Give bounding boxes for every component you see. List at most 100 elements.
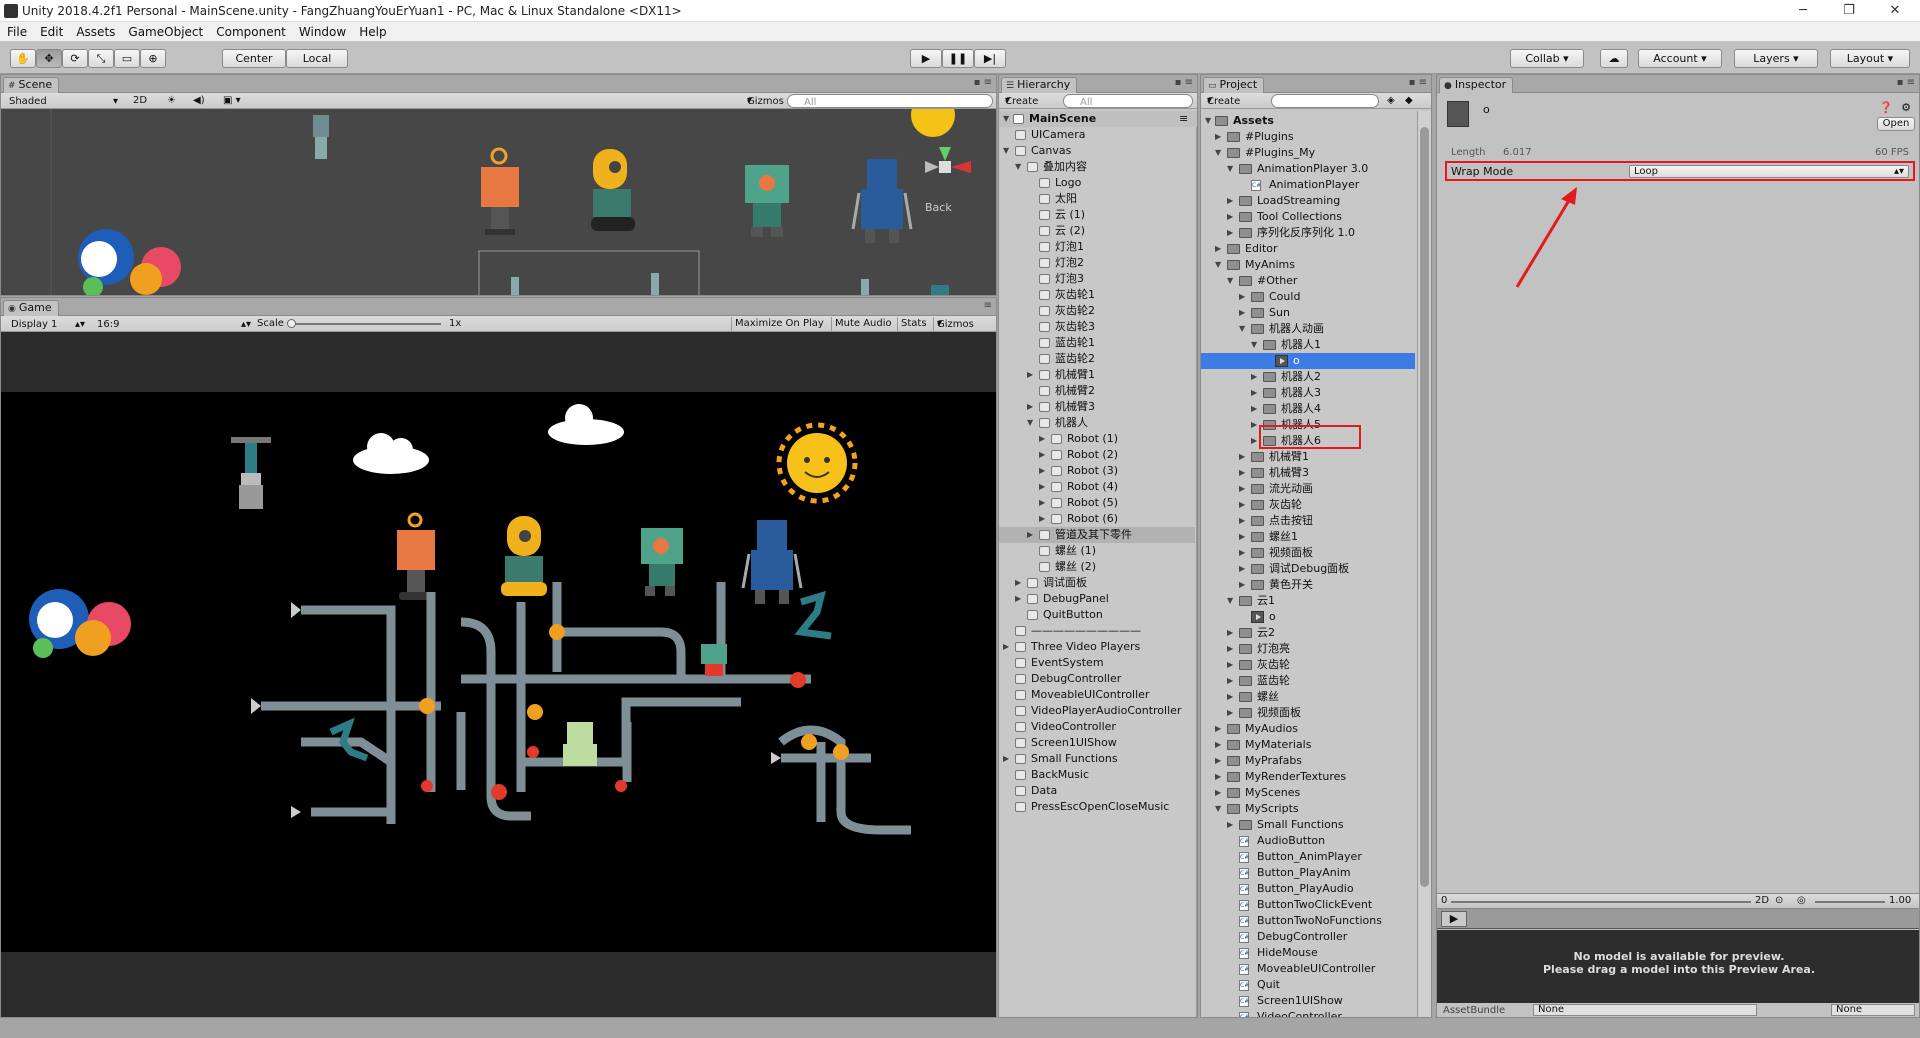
expand-down-icon[interactable]: ▼ <box>1215 145 1221 161</box>
expand-right-icon[interactable]: ▶ <box>1227 225 1233 241</box>
expand-down-icon[interactable]: ▼ <box>1215 257 1221 273</box>
hierarchy-item[interactable]: ▼ 机器人 <box>999 415 1195 431</box>
project-item[interactable]: ▶ 云2 <box>1201 625 1415 641</box>
expand-right-icon[interactable]: ▶ <box>1039 447 1045 463</box>
expand-right-icon[interactable]: ▶ <box>1027 399 1033 415</box>
hierarchy-item[interactable]: ▶ Three Video Players <box>999 639 1195 655</box>
hierarchy-item[interactable]: 灰齿轮1 <box>999 287 1195 303</box>
project-item[interactable]: C# VideoController <box>1201 1009 1415 1017</box>
expand-right-icon[interactable]: ▶ <box>1239 465 1245 481</box>
maximize-button[interactable]: ❐ <box>1826 0 1872 22</box>
hierarchy-menu-icon[interactable]: ▪ ≡ <box>1175 77 1193 88</box>
project-item[interactable]: ▼ MyAnims <box>1201 257 1415 273</box>
expand-right-icon[interactable]: ▶ <box>1227 673 1233 689</box>
project-item[interactable]: ▶ LoadStreaming <box>1201 193 1415 209</box>
project-item[interactable]: ▶ Editor <box>1201 241 1415 257</box>
menu-gameobject[interactable]: GameObject <box>121 22 209 39</box>
preview-time-slider[interactable] <box>1451 901 1751 903</box>
tab-hierarchy[interactable]: ☰ Hierarchy <box>1001 77 1078 93</box>
expand-right-icon[interactable]: ▶ <box>1215 753 1221 769</box>
game-gizmos-dropdown[interactable]: Gizmos ▾ <box>933 317 974 331</box>
project-item[interactable]: ▶ 视频面板 <box>1201 545 1415 561</box>
hierarchy-item[interactable]: ▶ Robot (4) <box>999 479 1195 495</box>
pivot-icon[interactable]: ⊙ <box>1775 895 1783 906</box>
pivot-center-button[interactable]: Center <box>222 49 286 68</box>
project-item[interactable]: C# Button_AnimPlayer <box>1201 849 1415 865</box>
project-item[interactable]: ▶ Tool Collections <box>1201 209 1415 225</box>
hierarchy-item[interactable]: ▶ 机械臂3 <box>999 399 1195 415</box>
project-create-button[interactable]: Create ▾ <box>1207 94 1240 108</box>
project-scroll-thumb[interactable] <box>1420 127 1429 887</box>
step-button[interactable]: ▶| <box>974 49 1006 68</box>
expand-down-icon[interactable]: ▼ <box>1015 159 1021 175</box>
hierarchy-item[interactable]: 蓝齿轮2 <box>999 351 1195 367</box>
expand-down-icon[interactable]: ▼ <box>1003 143 1009 159</box>
project-item[interactable]: C# ButtonTwoNoFunctions <box>1201 913 1415 929</box>
expand-right-icon[interactable]: ▶ <box>1015 591 1021 607</box>
hierarchy-item[interactable]: DebugController <box>999 671 1195 687</box>
expand-right-icon[interactable]: ▶ <box>1251 401 1257 417</box>
project-item[interactable]: ▶ 蓝齿轮 <box>1201 673 1415 689</box>
project-item[interactable]: ▶ MyMaterials <box>1201 737 1415 753</box>
hierarchy-item[interactable]: VideoController <box>999 719 1195 735</box>
project-item-selected[interactable]: o <box>1201 353 1415 369</box>
project-item[interactable]: C# DebugController <box>1201 929 1415 945</box>
hierarchy-item[interactable]: ▶ Robot (5) <box>999 495 1195 511</box>
hierarchy-item[interactable]: 云 (1) <box>999 207 1195 223</box>
project-item[interactable]: ▶ 视频面板 <box>1201 705 1415 721</box>
expand-right-icon[interactable]: ▶ <box>1227 641 1233 657</box>
hierarchy-item[interactable]: ▶ 管道及其下零件 <box>999 527 1195 543</box>
expand-down-icon[interactable]: ▼ <box>1205 113 1211 129</box>
expand-right-icon[interactable]: ▶ <box>1251 433 1257 449</box>
scale-tool-icon[interactable]: ⤡ <box>88 49 114 68</box>
tab-scene[interactable]: # Scene <box>3 77 60 93</box>
project-search-input[interactable] <box>1271 94 1379 108</box>
project-item[interactable]: ▶ 黄色开关 <box>1201 577 1415 593</box>
cloud-icon[interactable]: ☁ <box>1600 49 1628 68</box>
project-item[interactable]: C# Button_PlayAudio <box>1201 881 1415 897</box>
scene-menu-icon[interactable]: ≡ <box>1179 111 1188 127</box>
project-item[interactable]: ▶ MyScenes <box>1201 785 1415 801</box>
expand-right-icon[interactable]: ▶ <box>1239 577 1245 593</box>
hierarchy-item[interactable]: BackMusic <box>999 767 1195 783</box>
project-item[interactable]: ▶ 灰齿轮 <box>1201 657 1415 673</box>
hierarchy-item[interactable]: 机械臂2 <box>999 383 1195 399</box>
expand-right-icon[interactable]: ▶ <box>1239 561 1245 577</box>
project-item[interactable]: C# AudioButton <box>1201 833 1415 849</box>
project-item[interactable]: ▶ #Plugins <box>1201 129 1415 145</box>
expand-right-icon[interactable]: ▶ <box>1251 417 1257 433</box>
collab-button[interactable]: Collab ▾ <box>1510 49 1584 68</box>
project-item[interactable]: C# Button_PlayAnim <box>1201 865 1415 881</box>
hierarchy-item[interactable]: UICamera <box>999 127 1195 143</box>
effects-icon[interactable]: ▣ ▾ <box>223 94 241 108</box>
hierarchy-item[interactable]: QuitButton <box>999 607 1195 623</box>
menu-window[interactable]: Window <box>292 22 352 39</box>
expand-down-icon[interactable]: ▼ <box>1251 337 1257 353</box>
expand-right-icon[interactable]: ▶ <box>1215 241 1221 257</box>
minimize-button[interactable]: ─ <box>1780 0 1826 22</box>
expand-down-icon[interactable]: ▼ <box>1239 321 1245 337</box>
project-item[interactable]: ▶ 机器人3 <box>1201 385 1415 401</box>
project-item[interactable]: ▶ 机械臂1 <box>1201 449 1415 465</box>
hierarchy-item[interactable]: 云 (2) <box>999 223 1195 239</box>
assets-root-row[interactable]: ▼ Assets <box>1201 113 1415 129</box>
expand-down-icon[interactable]: ▼ <box>1227 593 1233 609</box>
play-button[interactable]: ▶ <box>910 49 942 68</box>
account-button[interactable]: Account ▾ <box>1638 49 1722 68</box>
expand-right-icon[interactable]: ▶ <box>1239 289 1245 305</box>
menu-edit[interactable]: Edit <box>33 22 69 39</box>
expand-right-icon[interactable]: ▶ <box>1239 513 1245 529</box>
expand-right-icon[interactable]: ▶ <box>1039 463 1045 479</box>
expand-down-icon[interactable]: ▼ <box>1215 801 1221 817</box>
menu-help[interactable]: Help <box>352 22 392 39</box>
project-menu-icon[interactable]: ▪ ≡ <box>1409 77 1427 88</box>
expand-right-icon[interactable]: ▶ <box>1039 511 1045 527</box>
hierarchy-item[interactable]: ▶ Robot (2) <box>999 447 1195 463</box>
hierarchy-create-button[interactable]: Create ▾ <box>1005 94 1038 108</box>
expand-right-icon[interactable]: ▶ <box>1251 385 1257 401</box>
project-item[interactable]: ▶ 调试Debug面板 <box>1201 561 1415 577</box>
expand-right-icon[interactable]: ▶ <box>1239 449 1245 465</box>
project-item[interactable]: C# Screen1UIShow <box>1201 993 1415 1009</box>
project-item[interactable]: ▼ AnimationPlayer 3.0 <box>1201 161 1415 177</box>
project-item[interactable]: C# HideMouse <box>1201 945 1415 961</box>
